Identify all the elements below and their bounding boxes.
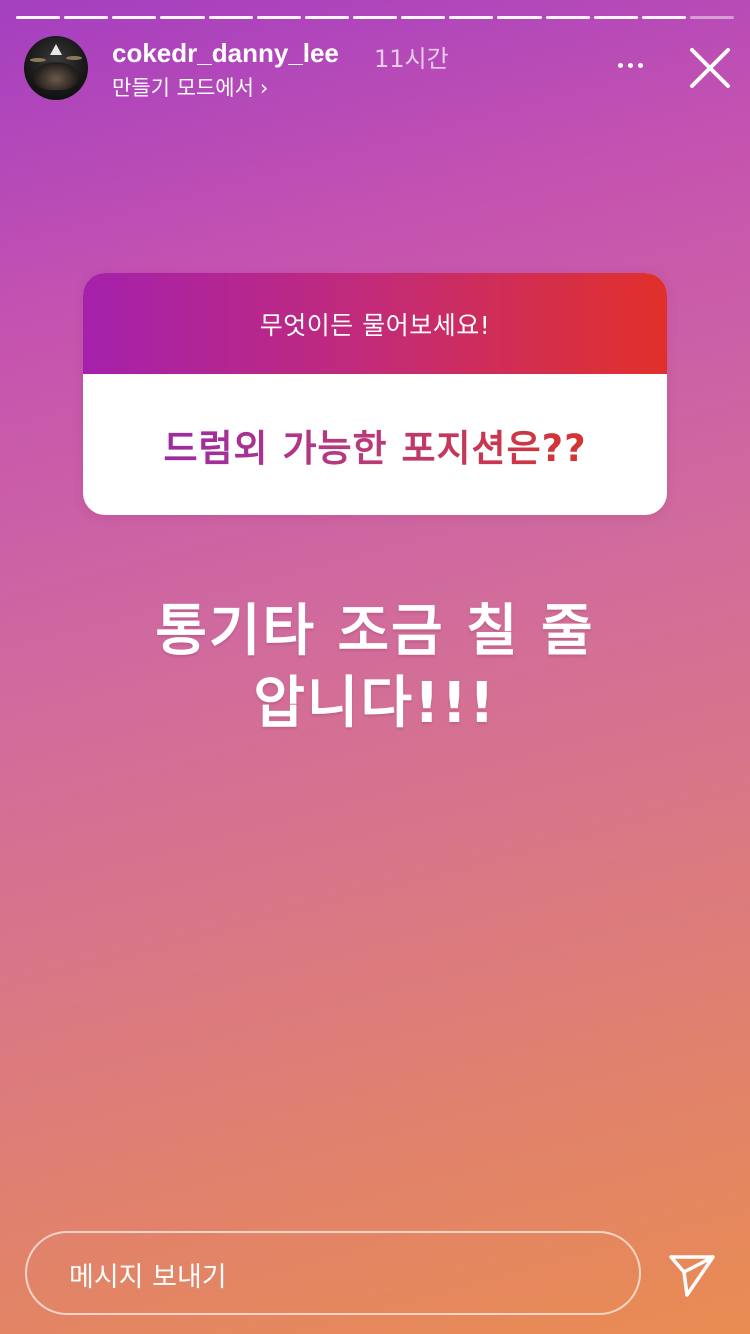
story-viewer[interactable]: cokedr_danny_lee 11시간 만들기 모드에서 › 무엇이든 물어보… [0, 0, 750, 1334]
question-text: 드럼외 가능한 포지션은?? [163, 418, 586, 472]
reply-line-1: 통기타 조금 칠 줄 [155, 599, 595, 664]
message-input[interactable]: 메시지 보내기 [25, 1231, 641, 1315]
message-placeholder: 메시지 보내기 [69, 1262, 227, 1293]
reply-text: 통기타 조금 칠 줄 압니다!!! [75, 596, 675, 740]
more-dot-icon [627, 62, 633, 68]
send-icon[interactable] [667, 1249, 717, 1299]
more-options-button[interactable] [610, 50, 650, 80]
story-progress-segment [352, 16, 398, 19]
story-progress-bar [16, 16, 735, 20]
story-progress-segment [449, 16, 494, 19]
story-header: cokedr_danny_lee 11시간 만들기 모드에서 › [24, 36, 734, 102]
avatar-drum-icon [34, 62, 78, 90]
question-prompt: 무엇이든 물어보세요! [259, 310, 491, 340]
story-progress-segment [593, 16, 638, 19]
avatar-cymbal-left [30, 58, 46, 62]
story-progress-segment [208, 16, 253, 19]
close-icon[interactable] [686, 44, 734, 92]
question-sticker-body: 드럼외 가능한 포지션은?? [83, 374, 667, 515]
avatar-cymbal-right [66, 56, 82, 60]
profile-avatar[interactable] [24, 36, 88, 100]
chevron-right-icon: › [259, 76, 269, 100]
post-time: 11시간 [374, 45, 449, 73]
username[interactable]: cokedr_danny_lee [112, 38, 339, 69]
story-progress-segment [497, 16, 542, 19]
story-progress-segment [689, 16, 735, 19]
story-progress-segment [64, 16, 109, 19]
story-progress-segment [545, 16, 590, 19]
story-progress-segment [160, 16, 205, 19]
avatar-logo-icon [50, 44, 62, 55]
reply-line-2: 압니다!!! [253, 671, 497, 736]
story-progress-segment [401, 16, 446, 19]
more-dot-icon [617, 62, 623, 68]
more-dot-icon [637, 62, 643, 68]
story-progress-segment [256, 16, 301, 19]
create-mode-link[interactable]: 만들기 모드에서 › [112, 72, 268, 102]
create-mode-label: 만들기 모드에서 [112, 76, 254, 100]
question-sticker[interactable]: 무엇이든 물어보세요! 드럼외 가능한 포지션은?? [83, 273, 667, 515]
story-progress-segment [304, 16, 349, 19]
story-progress-segment [641, 16, 686, 19]
story-progress-segment [16, 16, 61, 19]
question-sticker-header: 무엇이든 물어보세요! [83, 273, 667, 374]
story-progress-segment [112, 16, 157, 19]
